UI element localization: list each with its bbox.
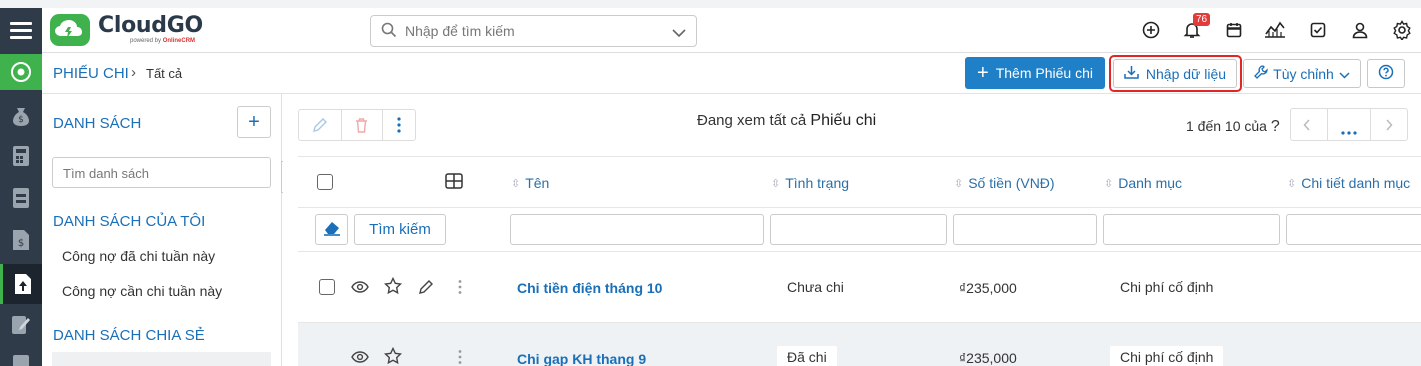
upload-document-icon[interactable]: [0, 264, 42, 304]
star-icon[interactable]: [383, 276, 403, 296]
row-amount: ₫235,000: [959, 350, 1017, 366]
prev-page-icon[interactable]: [1303, 118, 1311, 134]
pager-divider: [1327, 108, 1328, 141]
add-list-button[interactable]: +: [237, 106, 271, 138]
more-vertical-icon[interactable]: [396, 116, 402, 137]
chevron-down-icon[interactable]: [672, 25, 686, 41]
filter-category-detail-input[interactable]: [1286, 214, 1421, 245]
row-category: Chi phí cố định: [1110, 346, 1224, 366]
dashboard-icon[interactable]: [0, 54, 42, 90]
svg-text:$: $: [18, 115, 24, 125]
task-icon[interactable]: [1307, 19, 1329, 41]
add-circle-icon[interactable]: [1140, 19, 1162, 41]
invoice-icon[interactable]: $: [0, 222, 42, 258]
sidebar-title: DANH SÁCH: [53, 115, 142, 132]
chevron-down-icon: [1339, 66, 1350, 82]
search-button[interactable]: Tìm kiếm: [354, 214, 446, 245]
column-header-amount[interactable]: ⇳ Số tiền (VNĐ): [954, 175, 1055, 191]
row-amount: ₫235,000: [959, 280, 1017, 296]
edit-icon[interactable]: [312, 117, 328, 136]
eye-icon[interactable]: [350, 277, 370, 297]
gear-icon[interactable]: [1391, 19, 1413, 41]
menu-icon[interactable]: [0, 8, 42, 52]
eye-icon[interactable]: [350, 347, 370, 366]
eraser-icon: [322, 220, 342, 239]
powered-by: powered by OnlineCRM: [130, 38, 196, 44]
calculator-icon[interactable]: [0, 138, 42, 174]
customize-label: Tùy chỉnh: [1273, 65, 1334, 82]
paging-info: 1 đến 10 của ?: [1186, 118, 1280, 135]
row-status: Chưa chi: [787, 279, 844, 295]
column-settings-icon[interactable]: [445, 173, 463, 192]
notification-badge: 76: [1193, 13, 1211, 26]
filter-name-input[interactable]: [510, 214, 764, 245]
column-header-name[interactable]: ⇳ Tên: [511, 175, 549, 191]
column-header-category[interactable]: ⇳ Danh mục: [1104, 175, 1182, 191]
chart-icon[interactable]: [1264, 19, 1286, 41]
shared-lists-heading: DANH SÁCH CHIA SẺ: [53, 327, 205, 344]
pager-divider: [1370, 108, 1371, 141]
wrench-icon: [1254, 65, 1268, 82]
more-vertical-icon[interactable]: [450, 347, 470, 366]
star-icon[interactable]: [383, 346, 403, 366]
select-all-checkbox[interactable]: [317, 174, 333, 190]
next-page-icon[interactable]: [1385, 118, 1393, 134]
sidebar-item-all[interactable]: [52, 352, 271, 366]
plus-icon: +: [977, 62, 989, 84]
toolbar-divider: [341, 109, 342, 141]
pencil-icon[interactable]: [416, 277, 436, 297]
row-category: Chi phí cố định: [1120, 279, 1214, 295]
money-bag-icon[interactable]: $: [0, 98, 42, 134]
calendar-icon[interactable]: [1223, 19, 1245, 41]
sidebar-item-paid-this-week[interactable]: Công nợ đã chi tuần này: [62, 248, 215, 264]
filter-category-input[interactable]: [1103, 214, 1280, 245]
edit-document-icon[interactable]: [0, 306, 42, 342]
add-payment-button[interactable]: + Thêm Phiếu chi: [965, 57, 1105, 89]
row-name-link[interactable]: Chi tiền điện tháng 10: [517, 280, 662, 296]
breadcrumb-separator-icon: ›: [131, 64, 136, 81]
filter-amount-input[interactable]: [953, 214, 1097, 245]
list-search-placeholder: Tìm danh sách: [63, 166, 149, 181]
add-payment-label: Thêm Phiếu chi: [995, 65, 1093, 81]
clear-filter-button[interactable]: [315, 214, 348, 245]
total-count-icon[interactable]: ?: [1271, 118, 1280, 135]
sidebar-item-due-this-week[interactable]: Công nợ cần chi tuần này: [62, 283, 222, 299]
page-jump-icon[interactable]: [1341, 122, 1357, 138]
document-icon[interactable]: [0, 180, 42, 216]
row-name-link[interactable]: Chi gap KH thang 9: [517, 351, 646, 366]
customize-button[interactable]: Tùy chỉnh: [1243, 59, 1361, 88]
breadcrumb-module[interactable]: PHIẾU CHI: [53, 65, 129, 82]
browser-strip: [0, 0, 1421, 8]
svg-text:$: $: [18, 238, 24, 249]
viewing-caption: Đang xem tất cả Phiếu chi: [697, 112, 877, 129]
breadcrumb-view: Tất cả: [146, 66, 183, 81]
cloudgo-logo[interactable]: [50, 14, 90, 46]
my-lists-heading: DANH SÁCH CỦA TÔI: [53, 213, 206, 230]
top-header: [42, 8, 1421, 53]
column-header-category-detail[interactable]: ⇳ Chi tiết danh mục: [1287, 175, 1410, 191]
filter-status-input[interactable]: [770, 214, 947, 245]
viewing-module: Phiếu chi: [810, 112, 877, 129]
more-vertical-icon[interactable]: [450, 277, 470, 297]
help-button[interactable]: [1367, 59, 1405, 88]
list-icon[interactable]: [0, 346, 42, 366]
question-icon: [1378, 64, 1394, 83]
toolbar-divider: [382, 109, 383, 141]
user-icon[interactable]: [1349, 19, 1371, 41]
row-checkbox[interactable]: [319, 279, 335, 295]
trash-icon[interactable]: [354, 117, 369, 136]
brand-name: CloudGO: [98, 13, 203, 38]
column-header-status[interactable]: ⇳ Tình trạng: [771, 175, 849, 191]
highlight-frame: [1109, 55, 1242, 92]
table-header: [298, 156, 1421, 208]
row-status: Đã chi: [777, 346, 837, 366]
search-placeholder: Nhập để tìm kiếm: [405, 23, 515, 39]
search-icon: [381, 22, 397, 41]
